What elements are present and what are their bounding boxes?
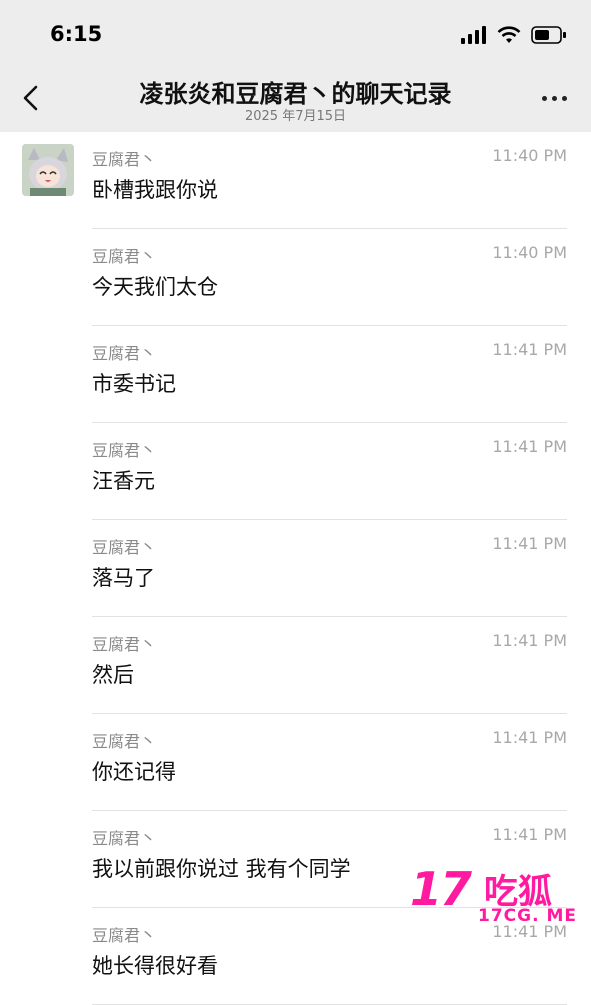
message-text: 卧槽我跟你说 xyxy=(92,178,218,202)
message-time: 11:40 PM xyxy=(492,146,567,165)
message-item[interactable]: 豆腐君丶 11:41 PM 然后 xyxy=(0,617,591,714)
message-time: 11:40 PM xyxy=(492,243,567,262)
message-text: 汪香元 xyxy=(92,469,155,493)
message-item[interactable]: 豆腐君丶 11:41 PM 你还记得 xyxy=(0,714,591,811)
status-bar: 6:15 xyxy=(0,0,591,62)
signal-icon xyxy=(461,26,486,44)
sender-name: 豆腐君丶 xyxy=(92,441,157,460)
status-icons xyxy=(461,24,567,46)
wifi-icon xyxy=(497,26,521,43)
watermark-url: 17CG. ME xyxy=(478,906,577,926)
message-text: 然后 xyxy=(92,663,134,687)
message-item[interactable]: 豆腐君丶 11:40 PM 今天我们太仓 xyxy=(0,229,591,326)
message-item[interactable]: 豆腐君丶 11:41 PM 汪香元 xyxy=(0,423,591,520)
message-time: 11:41 PM xyxy=(492,825,567,844)
page-title: 凌张炎和豆腐君丶的聊天记录 xyxy=(139,80,452,108)
sender-name: 豆腐君丶 xyxy=(92,538,157,557)
message-item[interactable]: 豆腐君丶 11:40 PM 卧槽我跟你说 xyxy=(0,132,591,229)
message-text: 你还记得 xyxy=(92,760,176,784)
message-text: 她长得很好看 xyxy=(92,954,218,978)
nav-bar: 凌张炎和豆腐君丶的聊天记录 2025 年7月15日 xyxy=(0,62,591,132)
message-item[interactable]: 豆腐君丶 11:41 PM 市委书记 xyxy=(0,326,591,423)
battery-icon xyxy=(531,26,566,44)
sender-name: 豆腐君丶 xyxy=(92,926,157,945)
sender-name: 豆腐君丶 xyxy=(92,732,157,751)
sender-name: 豆腐君丶 xyxy=(92,247,157,266)
message-item[interactable]: 豆腐君丶 11:41 PM 落马了 xyxy=(0,520,591,617)
message-text: 我以前跟你说过 我有个同学 xyxy=(92,857,351,881)
watermark-logo: 17 吃狐 17CG. ME xyxy=(406,862,581,930)
avatar[interactable] xyxy=(22,144,74,196)
message-time: 11:41 PM xyxy=(492,728,567,747)
message-text: 落马了 xyxy=(92,566,155,590)
message-time: 11:41 PM xyxy=(492,631,567,650)
message-time: 11:41 PM xyxy=(492,340,567,359)
message-text: 市委书记 xyxy=(92,372,176,396)
message-text: 今天我们太仓 xyxy=(92,275,218,299)
watermark-number: 17 xyxy=(410,862,472,916)
sender-name: 豆腐君丶 xyxy=(92,635,157,654)
sender-name: 豆腐君丶 xyxy=(92,829,157,848)
page-subtitle: 2025 年7月15日 xyxy=(244,109,347,124)
chevron-left-icon[interactable] xyxy=(18,84,46,112)
more-icon[interactable] xyxy=(542,96,567,101)
status-time: 6:15 xyxy=(50,22,103,46)
sender-name: 豆腐君丶 xyxy=(92,344,157,363)
message-time: 11:41 PM xyxy=(492,437,567,456)
sender-name: 豆腐君丶 xyxy=(92,150,157,169)
message-time: 11:41 PM xyxy=(492,534,567,553)
avatar-image xyxy=(22,144,74,196)
